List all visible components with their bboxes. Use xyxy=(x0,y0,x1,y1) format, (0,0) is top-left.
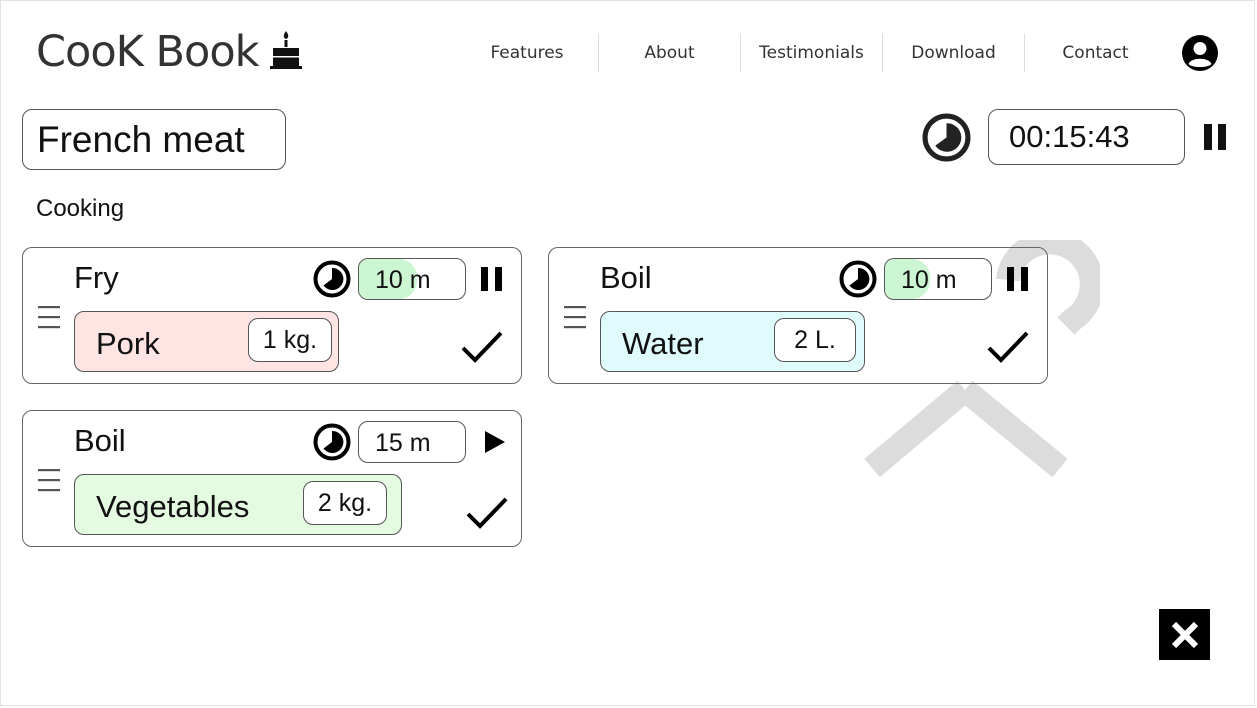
checkmark-icon[interactable] xyxy=(466,496,508,532)
nav-download[interactable]: Download xyxy=(882,34,1024,72)
recipe-timer-display: 00:15:43 xyxy=(988,109,1185,165)
ingredient-name: Vegetables xyxy=(96,489,250,524)
nav-contact[interactable]: Contact xyxy=(1024,34,1166,72)
step-card-1: Fry 10 m Pork 1 kg. xyxy=(22,247,522,384)
ingredient-chip[interactable]: Vegetables 2 kg. xyxy=(74,474,402,535)
ingredient-name: Water xyxy=(622,326,704,361)
brand-name: CooK Book xyxy=(36,27,260,77)
duration-text: 15 m xyxy=(375,429,431,457)
quantity-field[interactable]: 2 L. xyxy=(774,318,856,362)
ingredient-name: Pork xyxy=(96,326,160,361)
step-name: Fry xyxy=(74,260,119,295)
duration-pill[interactable]: 10 m xyxy=(358,258,466,300)
quantity-field[interactable]: 1 kg. xyxy=(248,318,332,362)
checkmark-icon[interactable] xyxy=(461,330,503,366)
pause-icon[interactable] xyxy=(1203,123,1227,151)
user-account-icon[interactable] xyxy=(1181,34,1219,72)
checkmark-icon[interactable] xyxy=(987,330,1029,366)
quantity-field[interactable]: 2 kg. xyxy=(303,481,387,525)
close-icon xyxy=(1171,621,1198,648)
timer-icon xyxy=(922,113,971,162)
main-nav: Features About Testimonials Download Con… xyxy=(456,34,1166,72)
brand-logo[interactable]: CooK Book xyxy=(36,26,303,78)
timer-icon xyxy=(839,260,877,298)
section-label-cooking: Cooking xyxy=(36,195,125,222)
play-icon[interactable] xyxy=(484,430,506,454)
nav-testimonials[interactable]: Testimonials xyxy=(740,34,882,72)
step-card-2: Boil 10 m Water 2 L. xyxy=(548,247,1048,384)
duration-pill[interactable]: 15 m xyxy=(358,421,466,463)
step-name: Boil xyxy=(600,260,652,295)
nav-about[interactable]: About xyxy=(598,34,740,72)
step-name: Boil xyxy=(74,423,126,458)
pause-icon[interactable] xyxy=(1007,267,1029,291)
duration-text: 10 m xyxy=(901,266,957,294)
duration-pill[interactable]: 10 m xyxy=(884,258,992,300)
pause-icon[interactable] xyxy=(481,267,503,291)
drag-handle-icon[interactable] xyxy=(37,467,61,493)
close-button[interactable] xyxy=(1159,609,1210,660)
timer-icon xyxy=(313,423,351,461)
duration-text: 10 m xyxy=(375,266,431,294)
drag-handle-icon[interactable] xyxy=(37,304,61,330)
nav-features[interactable]: Features xyxy=(456,34,598,72)
timer-icon xyxy=(313,260,351,298)
ingredient-chip[interactable]: Water 2 L. xyxy=(600,311,865,372)
step-card-3: Boil 15 m Vegetables 2 kg. xyxy=(22,410,522,547)
recipe-title-field[interactable]: French meat xyxy=(22,109,286,170)
cake-icon xyxy=(269,31,302,69)
ingredient-chip[interactable]: Pork 1 kg. xyxy=(74,311,339,372)
drag-handle-icon[interactable] xyxy=(563,304,587,330)
